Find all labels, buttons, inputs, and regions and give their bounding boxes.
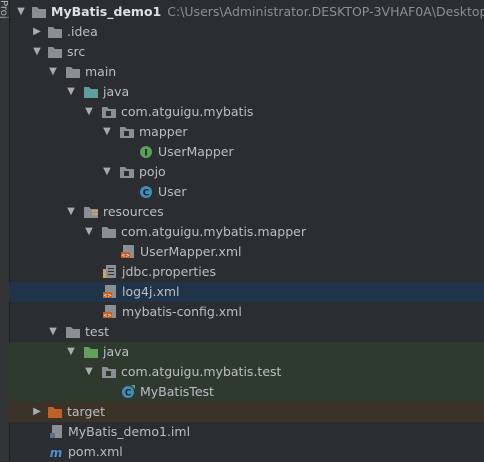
tree-row-target[interactable]: ▶ target bbox=[9, 402, 484, 422]
tree-row-usermapper[interactable]: I UserMapper bbox=[9, 142, 484, 162]
xml-file-icon: <> bbox=[103, 285, 119, 299]
project-tree[interactable]: ▼ MyBatis_demo1 C:\Users\Administrator.DE… bbox=[9, 2, 484, 462]
project-name-text: MyBatis_demo1 bbox=[51, 4, 162, 19]
tree-row-resources[interactable]: ▼ resources bbox=[9, 202, 484, 222]
tree-row-mybatistest[interactable]: C MyBatisTest bbox=[9, 382, 484, 402]
tree-row-package-test[interactable]: ▼ com.atguigu.mybatis.test bbox=[9, 362, 484, 382]
chevron-down-icon[interactable]: ▼ bbox=[65, 82, 77, 102]
tree-label: java bbox=[103, 344, 130, 359]
chevron-down-icon[interactable]: ▼ bbox=[83, 102, 95, 122]
test-source-folder-icon bbox=[83, 345, 99, 359]
tree-label: MyBatisTest bbox=[140, 384, 214, 399]
tree-label: com.atguigu.mybatis.test bbox=[121, 364, 282, 379]
tree-label: main bbox=[85, 64, 117, 79]
class-icon: C bbox=[139, 185, 155, 199]
chevron-down-icon[interactable]: ▼ bbox=[15, 2, 27, 22]
project-tab-label[interactable]: Project bbox=[0, 0, 9, 18]
folder-icon bbox=[47, 25, 63, 39]
tree-row-mybatis-config-xml[interactable]: <> mybatis-config.xml bbox=[9, 302, 484, 322]
excluded-folder-icon bbox=[47, 405, 63, 419]
chevron-down-icon[interactable]: ▼ bbox=[65, 202, 77, 222]
chevron-down-icon[interactable]: ▼ bbox=[83, 222, 95, 242]
chevron-right-icon[interactable]: ▶ bbox=[31, 402, 43, 422]
chevron-down-icon[interactable]: ▼ bbox=[47, 62, 59, 82]
chevron-down-icon[interactable]: ▼ bbox=[83, 362, 95, 382]
tree-label: log4j.xml bbox=[122, 284, 180, 299]
interface-icon: I bbox=[139, 145, 155, 159]
tree-row-java-main[interactable]: ▼ java bbox=[9, 82, 484, 102]
tree-label: User bbox=[158, 184, 187, 199]
tree-label: com.atguigu.mybatis.mapper bbox=[121, 224, 306, 239]
source-folder-icon bbox=[83, 85, 99, 99]
test-class-icon: C bbox=[121, 385, 137, 399]
tree-row-jdbc-properties[interactable]: jdbc.properties bbox=[9, 262, 484, 282]
svg-text:<>: <> bbox=[103, 293, 111, 299]
package-icon bbox=[119, 165, 135, 179]
tree-row-resources-package[interactable]: ▼ com.atguigu.mybatis.mapper bbox=[9, 222, 484, 242]
tree-label: test bbox=[85, 324, 110, 339]
properties-file-icon bbox=[103, 265, 119, 279]
tree-label: target bbox=[67, 404, 106, 419]
tree-row-mapper[interactable]: ▼ mapper bbox=[9, 122, 484, 142]
folder-icon bbox=[47, 45, 63, 59]
tree-label: pom.xml bbox=[68, 444, 123, 459]
module-file-icon bbox=[49, 425, 65, 439]
svg-text:<>: <> bbox=[121, 253, 129, 259]
svg-text:I: I bbox=[144, 149, 147, 159]
tree-label: mybatis-config.xml bbox=[122, 304, 242, 319]
tree-row-usermapper-xml[interactable]: <> UserMapper.xml bbox=[9, 242, 484, 262]
tree-label: jdbc.properties bbox=[122, 264, 216, 279]
tree-row-user[interactable]: C User bbox=[9, 182, 484, 202]
folder-icon bbox=[101, 225, 117, 239]
svg-text:m: m bbox=[50, 446, 63, 459]
tree-row-project-root[interactable]: ▼ MyBatis_demo1 C:\Users\Administrator.DE… bbox=[9, 2, 484, 22]
tree-label: resources bbox=[103, 204, 164, 219]
tree-label: mapper bbox=[139, 124, 188, 139]
tree-label: com.atguigu.mybatis bbox=[121, 104, 254, 119]
maven-icon: m bbox=[49, 445, 65, 459]
chevron-right-icon[interactable]: ▶ bbox=[31, 22, 43, 42]
tree-label: java bbox=[103, 84, 130, 99]
tree-row-pom-xml[interactable]: m pom.xml bbox=[9, 442, 484, 462]
tree-row-pojo[interactable]: ▼ pojo bbox=[9, 162, 484, 182]
package-icon bbox=[101, 105, 117, 119]
svg-text:C: C bbox=[143, 189, 150, 199]
tree-row-package-main[interactable]: ▼ com.atguigu.mybatis bbox=[9, 102, 484, 122]
chevron-down-icon[interactable]: ▼ bbox=[101, 162, 113, 182]
folder-icon bbox=[65, 325, 81, 339]
chevron-down-icon[interactable]: ▼ bbox=[101, 122, 113, 142]
project-name: MyBatis_demo1 C:\Users\Administrator.DESK… bbox=[51, 2, 484, 22]
svg-text:C: C bbox=[125, 389, 132, 399]
tree-label: UserMapper bbox=[158, 144, 234, 159]
tree-label: src bbox=[67, 44, 86, 59]
tree-label: .idea bbox=[67, 24, 98, 39]
tree-label: pojo bbox=[139, 164, 166, 179]
tree-row-main[interactable]: ▼ main bbox=[9, 62, 484, 82]
tree-label: UserMapper.xml bbox=[140, 244, 242, 259]
svg-text:<>: <> bbox=[103, 313, 111, 319]
package-icon bbox=[119, 125, 135, 139]
xml-file-icon: <> bbox=[103, 305, 119, 319]
resources-folder-icon bbox=[83, 205, 99, 219]
chevron-down-icon[interactable]: ▼ bbox=[31, 42, 43, 62]
chevron-down-icon[interactable]: ▼ bbox=[65, 342, 77, 362]
tree-row-src[interactable]: ▼ src bbox=[9, 42, 484, 62]
tree-row-test[interactable]: ▼ test bbox=[9, 322, 484, 342]
tree-row-iml[interactable]: MyBatis_demo1.iml bbox=[9, 422, 484, 442]
tree-row-idea[interactable]: ▶ .idea bbox=[9, 22, 484, 42]
xml-file-icon: <> bbox=[121, 245, 137, 259]
project-path: C:\Users\Administrator.DESKTOP-3VHAF0A\D… bbox=[167, 4, 484, 19]
tree-row-java-test[interactable]: ▼ java bbox=[9, 342, 484, 362]
folder-icon bbox=[31, 5, 47, 19]
chevron-down-icon[interactable]: ▼ bbox=[47, 322, 59, 342]
tree-label: MyBatis_demo1.iml bbox=[68, 424, 191, 439]
folder-icon bbox=[65, 65, 81, 79]
package-icon bbox=[101, 365, 117, 379]
tree-row-log4j-xml[interactable]: <> log4j.xml bbox=[9, 282, 484, 302]
